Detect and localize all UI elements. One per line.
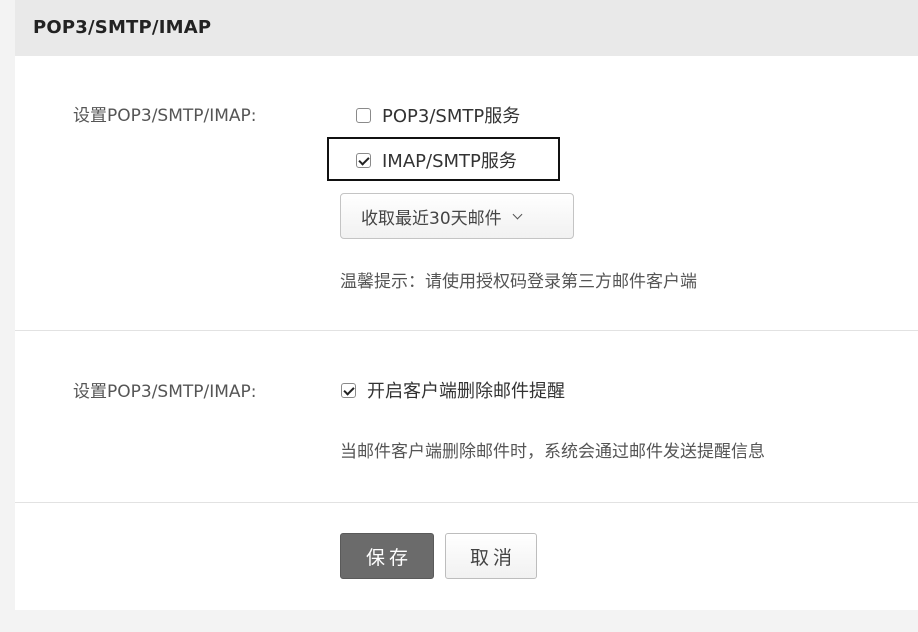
section1-label: 设置POP3/SMTP/IMAP: bbox=[73, 106, 257, 126]
pop3-smtp-option[interactable]: POP3/SMTP服务 bbox=[356, 102, 520, 128]
section2-hint: 当邮件客户端删除邮件时，系统会通过邮件发送提醒信息 bbox=[340, 442, 765, 462]
save-button[interactable]: 保存 bbox=[340, 533, 434, 579]
panel-header: POP3/SMTP/IMAP bbox=[15, 0, 918, 56]
actions-divider bbox=[15, 502, 918, 503]
imap-smtp-option[interactable]: IMAP/SMTP服务 bbox=[356, 147, 517, 173]
cancel-button[interactable]: 取消 bbox=[445, 533, 537, 579]
section2-label: 设置POP3/SMTP/IMAP: bbox=[73, 382, 257, 402]
settings-panel: POP3/SMTP/IMAP 设置POP3/SMTP/IMAP: POP3/SM… bbox=[15, 0, 918, 610]
panel-title: POP3/SMTP/IMAP bbox=[33, 17, 212, 38]
pop3-smtp-label: POP3/SMTP服务 bbox=[382, 106, 521, 127]
imap-smtp-checkbox[interactable] bbox=[356, 152, 371, 168]
delete-reminder-option[interactable]: 开启客户端删除邮件提醒 bbox=[341, 377, 565, 403]
section1-hint: 温馨提示：请使用授权码登录第三方邮件客户端 bbox=[340, 272, 697, 292]
chevron-down-icon bbox=[512, 209, 523, 219]
imap-smtp-label: IMAP/SMTP服务 bbox=[382, 151, 517, 172]
pop3-smtp-checkbox[interactable] bbox=[356, 107, 371, 123]
section-divider bbox=[15, 330, 918, 331]
receive-range-select[interactable]: 收取最近30天邮件 bbox=[340, 193, 574, 239]
receive-range-value: 收取最近30天邮件 bbox=[361, 208, 502, 229]
delete-reminder-checkbox[interactable] bbox=[341, 382, 356, 398]
delete-reminder-label: 开启客户端删除邮件提醒 bbox=[367, 381, 565, 402]
